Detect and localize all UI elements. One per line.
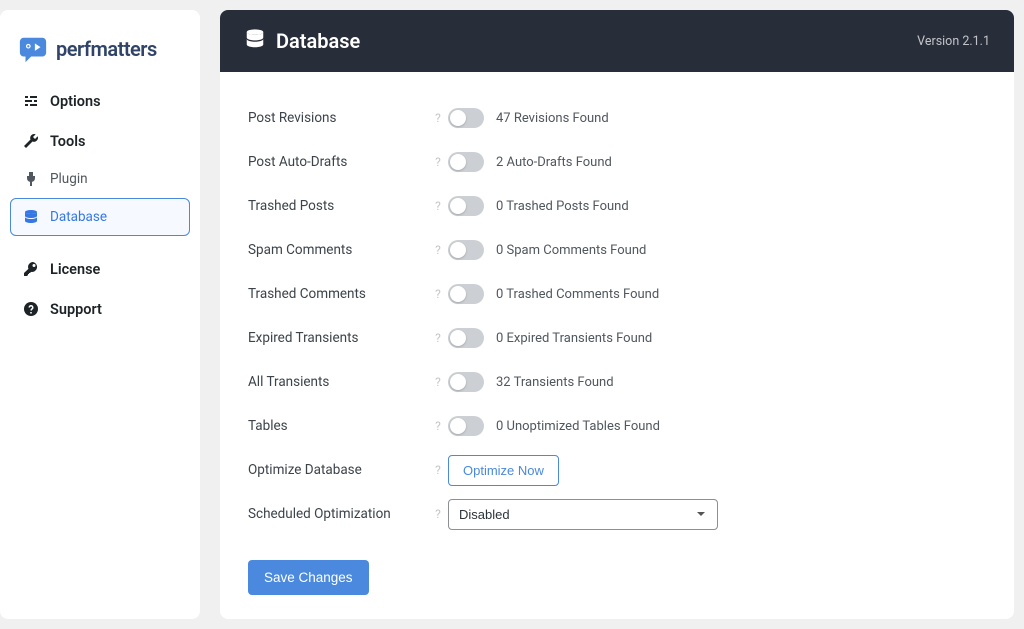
sidebar: perfmatters Options Tools Plugin Databas… [0,10,200,619]
setting-row-expired-transients: Expired Transients ? 0 Expired Transient… [248,316,986,360]
setting-label: Trashed Posts [248,198,428,214]
help-icon[interactable]: ? [428,287,448,301]
help-icon[interactable]: ? [428,331,448,345]
sidebar-item-tools[interactable]: Tools [10,122,190,160]
setting-label: Tables [248,418,428,434]
sidebar-item-options[interactable]: Options [10,82,190,120]
help-icon[interactable]: ? [428,199,448,213]
status-text: 0 Unoptimized Tables Found [496,419,660,434]
page-title: Database [276,29,360,53]
setting-row-post-auto-drafts: Post Auto-Drafts ? 2 Auto-Drafts Found [248,140,986,184]
help-icon[interactable]: ? [428,155,448,169]
setting-label: All Transients [248,374,428,390]
brand-logo: perfmatters [10,28,190,80]
toggle-trashed-comments[interactable] [448,284,484,304]
setting-label: Expired Transients [248,330,428,346]
nav-label: Plugin [50,171,88,187]
nav-label: Tools [50,133,85,150]
main-content: Database Version 2.1.1 Post Revisions ? … [220,10,1014,619]
key-icon [22,260,40,278]
status-text: 0 Expired Transients Found [496,331,652,346]
setting-row-trashed-comments: Trashed Comments ? 0 Trashed Comments Fo… [248,272,986,316]
scheduled-optimization-select[interactable]: Disabled [448,499,718,530]
setting-row-spam-comments: Spam Comments ? 0 Spam Comments Found [248,228,986,272]
help-icon[interactable]: ? [428,463,448,477]
brand-name: perfmatters [56,37,157,61]
status-text: 47 Revisions Found [496,111,609,126]
toggle-trashed-posts[interactable] [448,196,484,216]
status-text: 0 Trashed Posts Found [496,199,629,214]
chat-bubble-icon [18,34,48,64]
setting-row-optimize-database: Optimize Database ? Optimize Now [248,448,986,492]
optimize-now-button[interactable]: Optimize Now [448,455,559,486]
setting-label: Spam Comments [248,242,428,258]
nav-label: Support [50,301,102,318]
sliders-icon [22,92,40,110]
help-icon[interactable]: ? [428,243,448,257]
status-text: 32 Transients Found [496,375,614,390]
toggle-tables[interactable] [448,416,484,436]
setting-label: Scheduled Optimization [248,506,428,522]
wrench-icon [22,132,40,150]
setting-row-tables: Tables ? 0 Unoptimized Tables Found [248,404,986,448]
toggle-post-revisions[interactable] [448,108,484,128]
sidebar-item-license[interactable]: License [10,250,190,288]
setting-row-trashed-posts: Trashed Posts ? 0 Trashed Posts Found [248,184,986,228]
plug-icon [22,170,40,188]
help-icon[interactable]: ? [428,419,448,433]
setting-label: Post Auto-Drafts [248,154,428,170]
toggle-expired-transients[interactable] [448,328,484,348]
toggle-post-auto-drafts[interactable] [448,152,484,172]
nav-label: License [50,261,100,278]
setting-row-scheduled-optimization: Scheduled Optimization ? Disabled [248,492,986,536]
setting-row-post-revisions: Post Revisions ? 47 Revisions Found [248,96,986,140]
help-icon[interactable]: ? [428,111,448,125]
nav-label: Database [50,209,107,225]
page-header: Database Version 2.1.1 [220,10,1014,72]
help-icon[interactable]: ? [428,375,448,389]
toggle-all-transients[interactable] [448,372,484,392]
settings-form: Post Revisions ? 47 Revisions Found Post… [220,72,1014,619]
version-label: Version 2.1.1 [917,34,990,49]
help-icon[interactable]: ? [428,507,448,521]
toggle-spam-comments[interactable] [448,240,484,260]
status-text: 2 Auto-Drafts Found [496,155,612,170]
sidebar-item-plugin[interactable]: Plugin [10,162,190,196]
status-text: 0 Trashed Comments Found [496,287,659,302]
database-icon [22,208,40,226]
question-circle-icon [22,300,40,318]
setting-label: Post Revisions [248,110,428,126]
sidebar-item-support[interactable]: Support [10,290,190,328]
setting-label: Trashed Comments [248,286,428,302]
nav-label: Options [50,93,101,110]
setting-row-all-transients: All Transients ? 32 Transients Found [248,360,986,404]
setting-label: Optimize Database [248,462,428,478]
database-icon [244,28,266,54]
sidebar-item-database[interactable]: Database [10,198,190,236]
status-text: 0 Spam Comments Found [496,243,646,258]
